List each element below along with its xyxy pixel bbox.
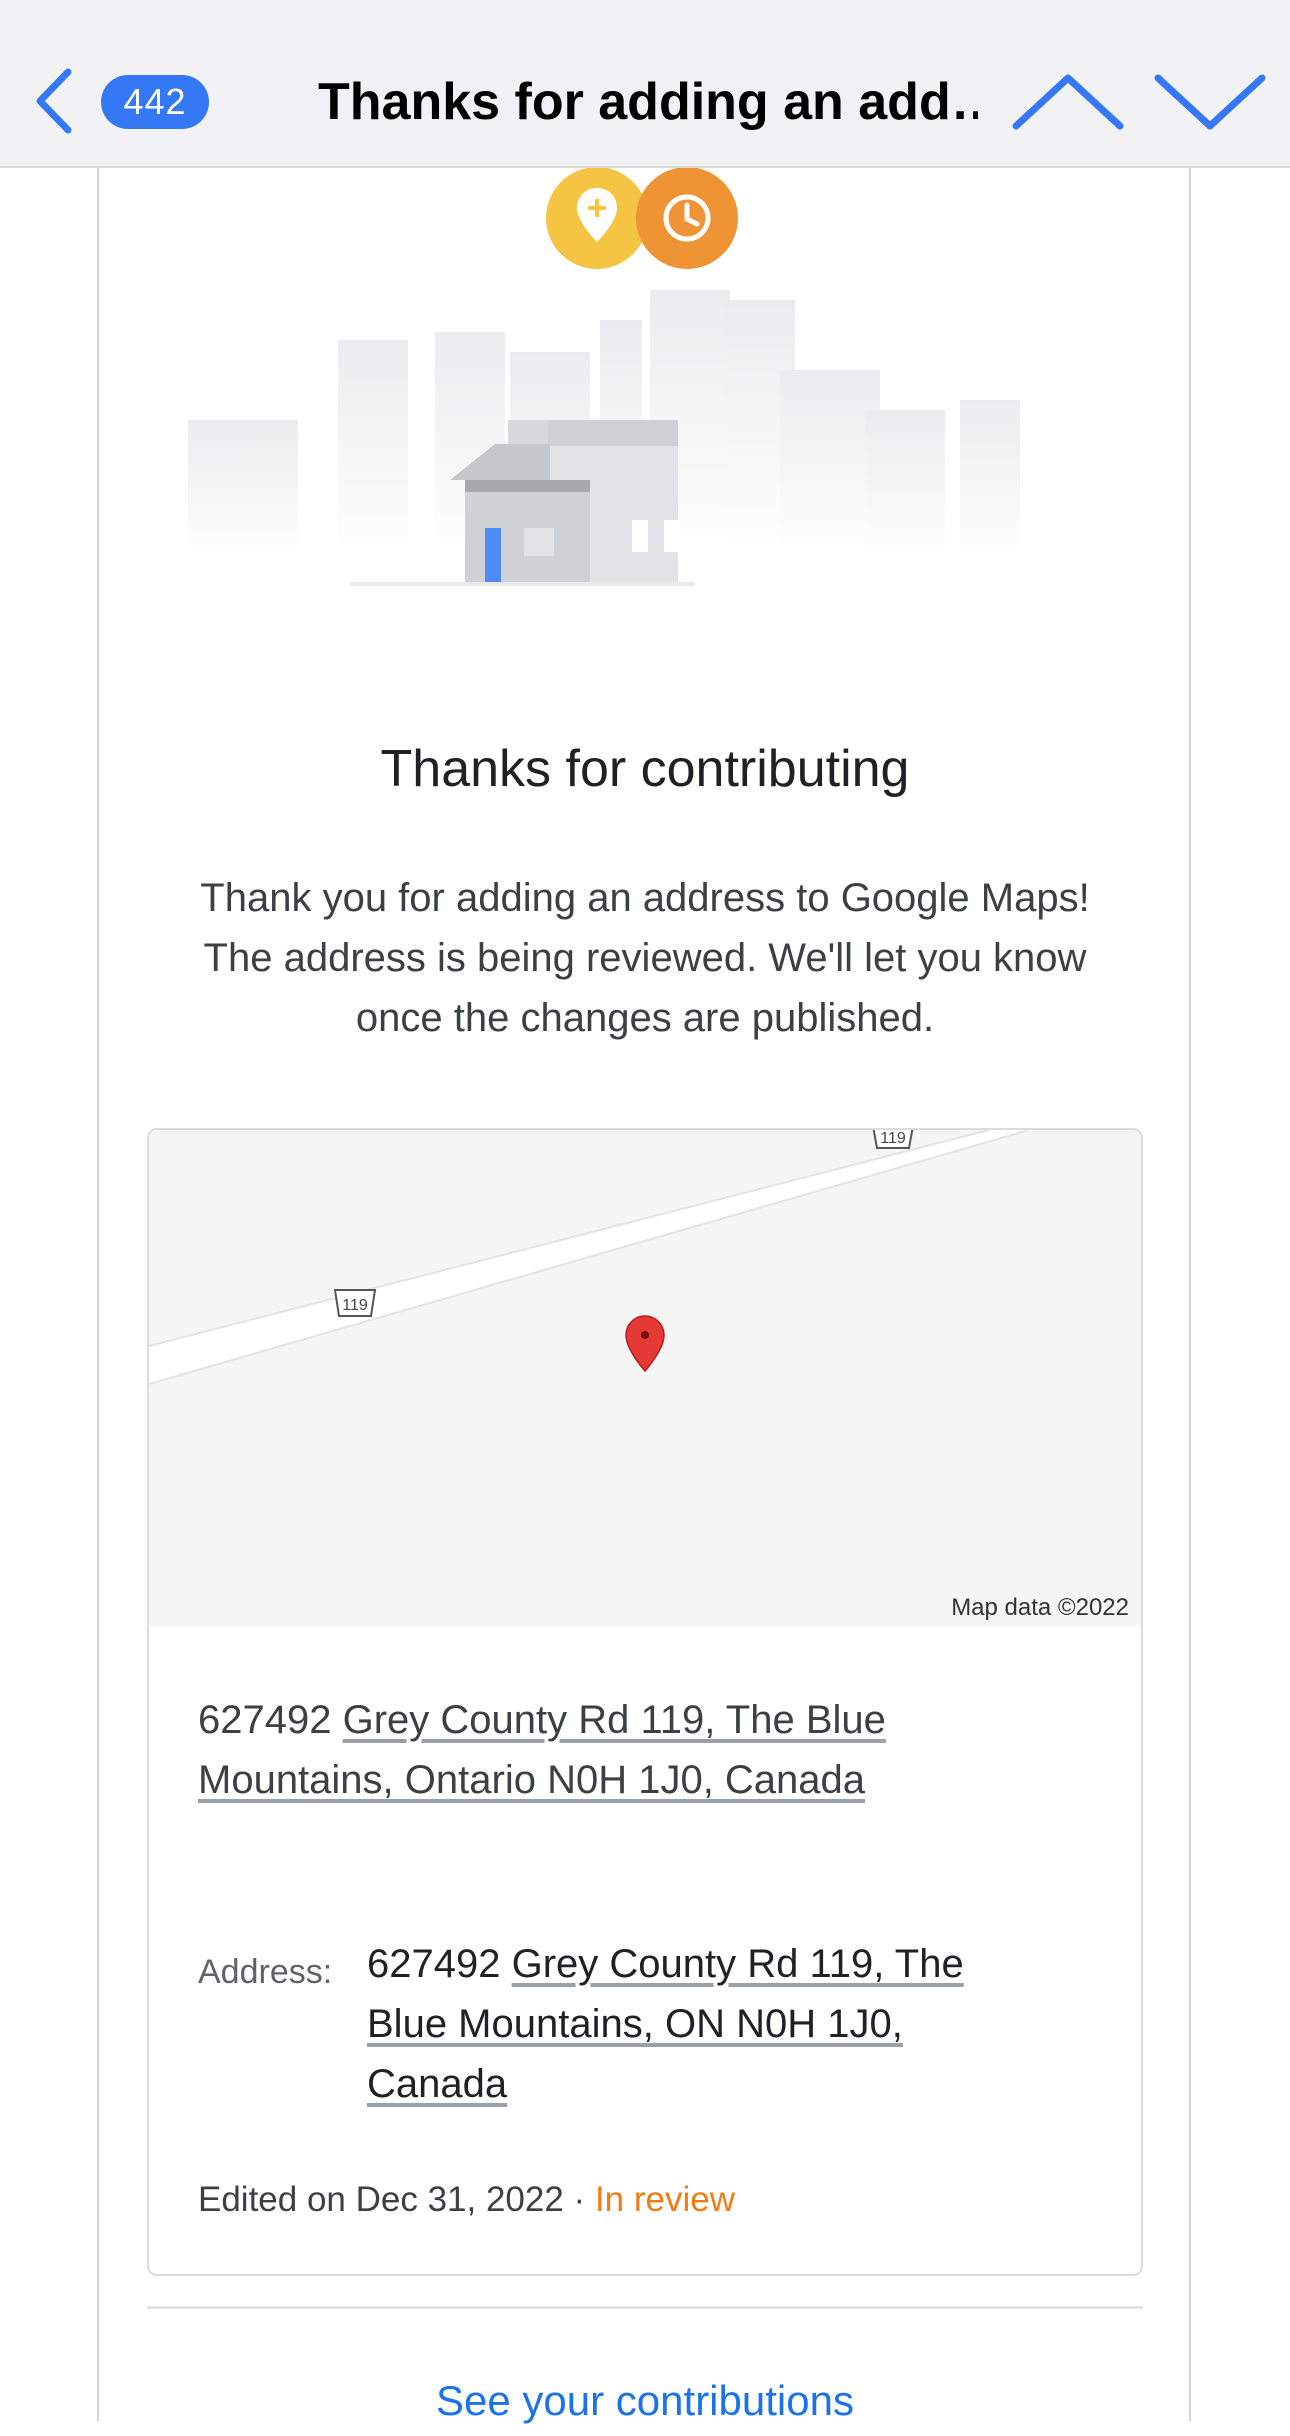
route-shield-label: 119 bbox=[880, 1130, 906, 1147]
chevron-left-icon bbox=[36, 68, 72, 134]
chevron-down-icon bbox=[1154, 74, 1266, 130]
back-button[interactable] bbox=[30, 66, 80, 136]
edit-status-line: Edited on Dec 31, 2022 · In review bbox=[198, 2170, 735, 2230]
storefront-illustration bbox=[188, 290, 1020, 586]
email-heading: Thanks for contributing bbox=[380, 740, 910, 798]
edited-date: Edited on Dec 31, 2022 · bbox=[198, 2180, 595, 2219]
top-nav-bar: 442 Thanks for adding an add… bbox=[0, 0, 1290, 168]
email-subject-title: Thanks for adding an add… bbox=[318, 73, 978, 131]
map-preview[interactable]: 119 119 Map data ©2022 bbox=[149, 1130, 1141, 1626]
previous-email-button[interactable] bbox=[1008, 70, 1128, 134]
address-label: Address: bbox=[198, 1953, 333, 1991]
contribution-card: 119 119 Map data ©2022 627492 Grey Count… bbox=[147, 1128, 1143, 2276]
address-value: 627492 Grey County Rd 119, The Blue Moun… bbox=[367, 1934, 1047, 2114]
status-badge: In review bbox=[594, 2180, 735, 2219]
route-shield-label: 119 bbox=[342, 1297, 368, 1314]
add-place-icon bbox=[546, 168, 648, 269]
section-divider bbox=[147, 2306, 1143, 2309]
next-email-button[interactable] bbox=[1150, 70, 1270, 134]
route-shield-icon: 119 bbox=[872, 1130, 914, 1149]
unread-count-badge[interactable]: 442 bbox=[101, 75, 209, 129]
map-attribution: Map data ©2022 bbox=[951, 1594, 1129, 1621]
chevron-up-icon bbox=[1012, 74, 1124, 130]
contribution-badges bbox=[546, 168, 738, 269]
card-address: 627492 Grey County Rd 119, The Blue Moun… bbox=[198, 1690, 958, 1810]
clock-icon bbox=[636, 168, 738, 269]
card-address-number: 627492 bbox=[198, 1698, 332, 1742]
map-pin-icon bbox=[625, 1315, 665, 1373]
address-number: 627492 bbox=[367, 1942, 501, 1986]
email-body-text: Thank you for adding an address to Googl… bbox=[200, 876, 1090, 1040]
route-shield-icon: 119 bbox=[333, 1289, 377, 1317]
see-contributions-link[interactable]: See your contributions bbox=[150, 2366, 1140, 2436]
map-canvas: 119 119 bbox=[149, 1130, 1030, 1385]
